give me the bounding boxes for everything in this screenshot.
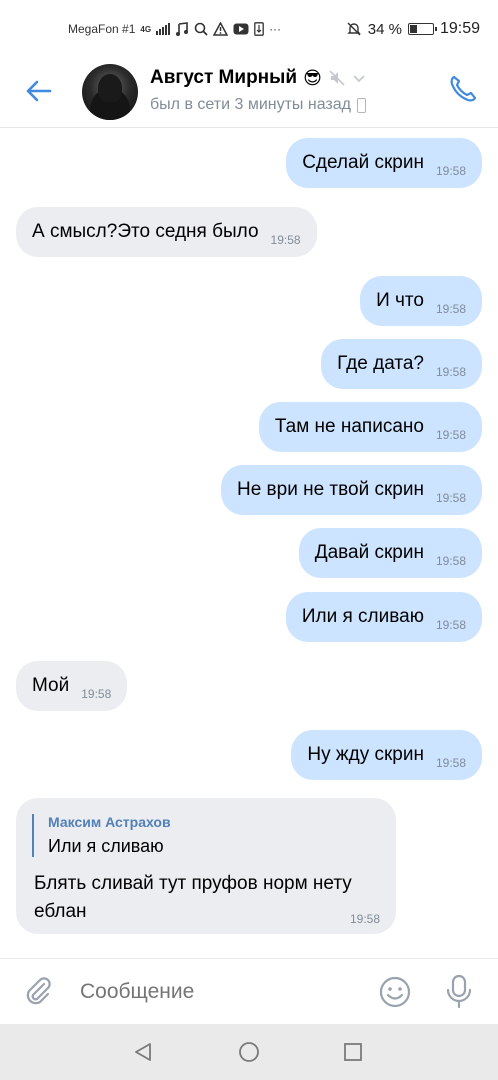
muted-icon — [329, 70, 345, 86]
do-not-disturb-icon — [347, 22, 361, 36]
message-bubble[interactable]: Не ври не твой скрин 19:58 — [220, 465, 482, 515]
clock: 19:59 — [439, 20, 480, 37]
emoji-status: 😎 — [303, 67, 322, 89]
chevron-down-icon[interactable] — [352, 71, 366, 85]
message-text: Где дата? — [337, 353, 424, 374]
message-time: 19:58 — [435, 756, 466, 770]
message-input[interactable] — [80, 977, 360, 1007]
message-time: 19:58 — [435, 618, 466, 632]
phone-call-icon[interactable] — [446, 72, 480, 106]
message-time: 19:58 — [435, 302, 466, 316]
message-text: Давай скрин — [314, 542, 424, 563]
quote-text: Или я сливаю — [48, 836, 164, 856]
quote-author: Максим Астрахов — [48, 814, 171, 830]
quoted-message[interactable]: Максим Астрахов Или я сливаю — [32, 814, 171, 857]
message-text: Там не написано — [274, 416, 424, 437]
message-bubble[interactable]: Там не написано 19:58 — [258, 402, 482, 452]
last-seen-status: был в сети 3 минуты назад — [150, 96, 351, 113]
message-text: И что — [376, 290, 424, 311]
status-bar: MegaFon #1 4G ··· 34 % 19:59 — [0, 0, 498, 62]
microphone-icon[interactable] — [442, 973, 476, 1009]
message-bubble[interactable]: Ну жду скрин 19:58 — [291, 730, 482, 780]
mobile-device-icon — [356, 97, 366, 113]
message-bubble[interactable]: Или я сливаю 19:58 — [285, 592, 482, 642]
message-bubble[interactable]: Мой 19:58 — [16, 661, 128, 711]
message-bubble[interactable]: И что 19:58 — [360, 276, 482, 326]
message-text: Мой — [32, 675, 70, 696]
message-time: 19:58 — [81, 687, 112, 701]
emoji-smile-icon[interactable] — [378, 975, 412, 1009]
chat-header: Август Мирный 😎 был в сети 3 минуты наза… — [0, 62, 498, 128]
warning-icon — [213, 22, 229, 36]
more-notifications-icon: ··· — [269, 22, 282, 36]
message-time: 19:58 — [435, 491, 466, 505]
nav-recents-icon[interactable] — [343, 1042, 363, 1062]
message-text: Ну жду скрин — [307, 744, 424, 765]
message-text: Не ври не твой скрин — [236, 479, 424, 500]
battery-icon — [407, 23, 437, 35]
search-icon — [194, 22, 208, 36]
back-arrow-icon[interactable] — [22, 74, 56, 108]
message-time: 19:58 — [435, 365, 466, 379]
message-text: Или я сливаю — [301, 606, 424, 627]
message-bubble[interactable]: А смысл?Это седня было 19:58 — [16, 207, 317, 257]
music-icon — [176, 22, 189, 36]
battery-percent: 34 % — [367, 20, 402, 38]
message-composer — [0, 958, 498, 1024]
signal-icon — [156, 23, 171, 35]
message-bubble[interactable]: Где дата? 19:58 — [321, 339, 482, 389]
message-time: 19:58 — [349, 912, 380, 926]
message-time: 19:58 — [435, 428, 466, 442]
message-text: Блять сливай тут пруфов норм нету еблан — [34, 873, 352, 922]
contact-name[interactable]: Август Мирный — [150, 67, 297, 89]
download-icon — [254, 22, 264, 36]
message-time: 19:58 — [270, 233, 301, 247]
message-text: А смысл?Это седня было — [32, 221, 259, 242]
youtube-icon — [233, 23, 249, 35]
system-navigation-bar — [0, 1024, 498, 1080]
nav-home-icon[interactable] — [238, 1041, 260, 1063]
nav-back-icon[interactable] — [132, 1041, 154, 1063]
avatar[interactable] — [82, 64, 138, 120]
message-bubble[interactable]: Давай скрин 19:58 — [298, 528, 482, 578]
reply-message-bubble[interactable]: Максим Астрахов Или я сливаю Блять слива… — [16, 798, 396, 934]
message-time: 19:58 — [435, 164, 466, 178]
message-bubble[interactable]: Сделай скрин 19:58 — [286, 138, 482, 188]
paperclip-icon[interactable] — [22, 975, 54, 1007]
message-text: Сделай скрин — [302, 152, 424, 173]
carrier-label: MegaFon #1 — [68, 22, 136, 36]
network-type: 4G — [140, 24, 152, 34]
message-list: Сделай скрин 19:58 А смысл?Это седня было… — [0, 130, 498, 956]
message-time: 19:58 — [435, 554, 466, 568]
